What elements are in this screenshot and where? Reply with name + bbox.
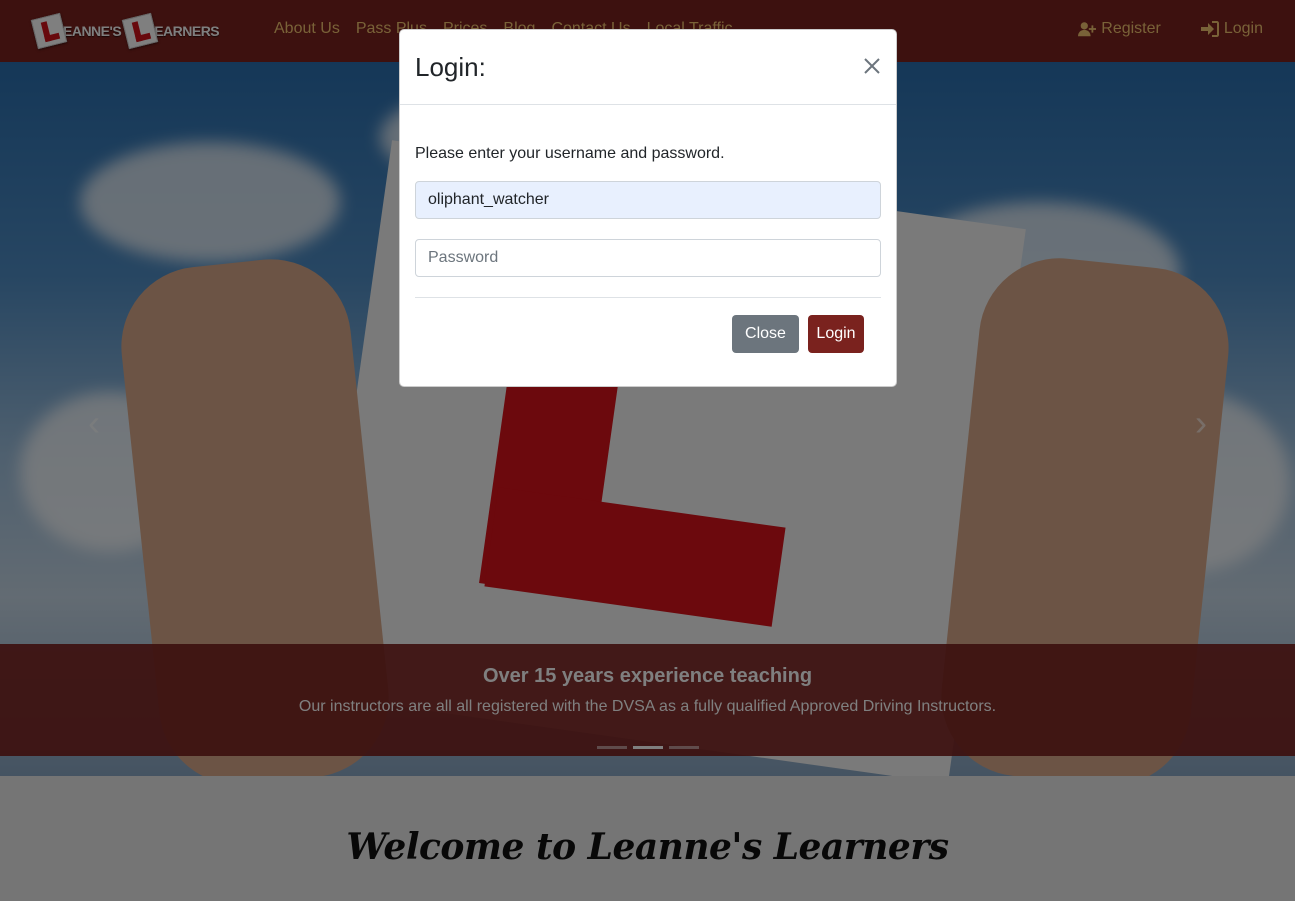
close-button[interactable]: Close [732, 315, 799, 353]
modal-actions: Close Login [732, 315, 864, 353]
modal-header: Login: [400, 30, 896, 105]
username-input[interactable] [415, 181, 881, 219]
close-icon[interactable] [862, 56, 882, 76]
modal-body: Please enter your username and password. [400, 145, 896, 298]
modal-title: Login: [415, 52, 486, 82]
modal-divider [415, 297, 881, 298]
login-modal: Login: Please enter your username and pa… [399, 29, 897, 387]
login-button[interactable]: Login [808, 315, 864, 353]
modal-message: Please enter your username and password. [415, 145, 725, 162]
password-input[interactable] [415, 239, 881, 277]
